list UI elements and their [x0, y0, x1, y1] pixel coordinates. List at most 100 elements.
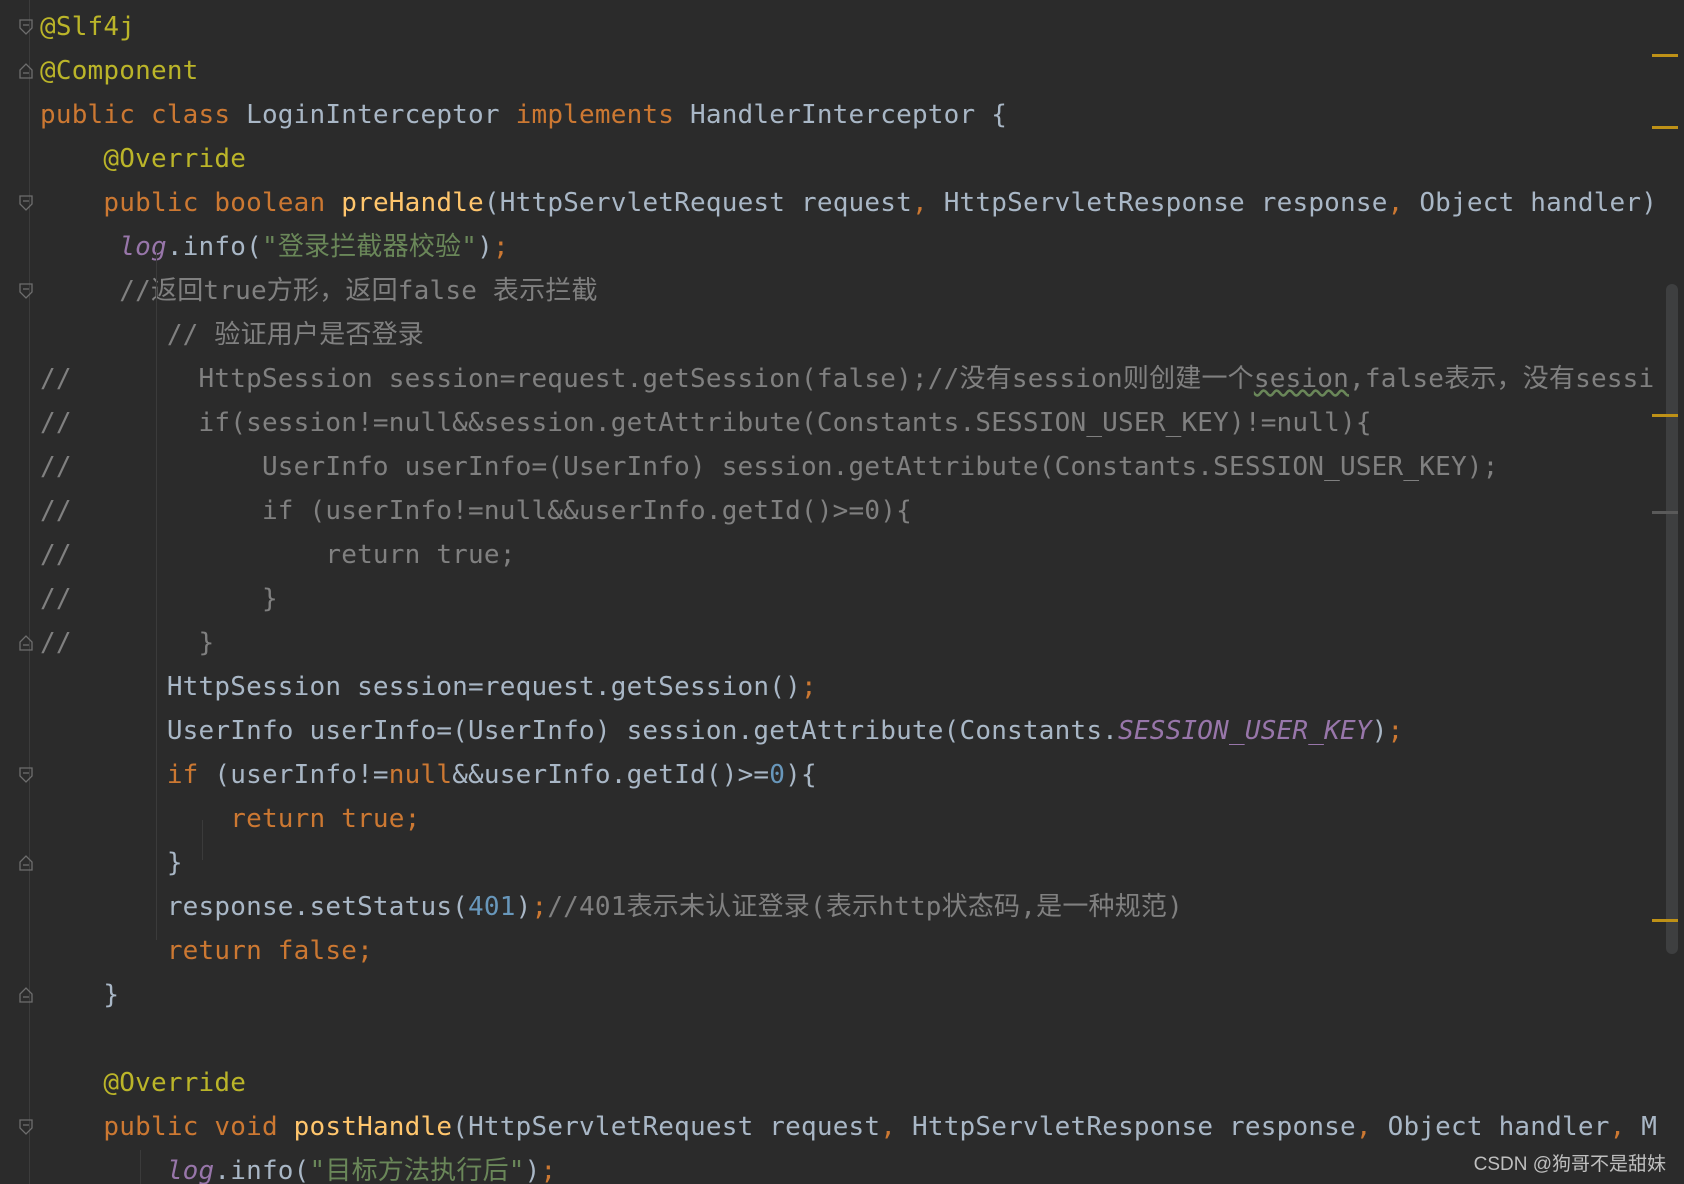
error-stripe-marker[interactable] — [1652, 54, 1678, 57]
code-line[interactable]: log.info("登录拦截器校验"); — [40, 225, 509, 269]
code-line[interactable]: @Slf4j — [40, 5, 135, 49]
code-line[interactable]: } — [40, 973, 119, 1017]
code-line[interactable]: // if (userInfo!=null&&userInfo.getId()>… — [40, 489, 912, 533]
code-token: .info( — [214, 1156, 310, 1184]
code-token: &&userInfo.getId()>= — [452, 760, 770, 790]
comment-token: // if (userInfo!=null&&userInfo.getId()>… — [40, 496, 912, 526]
code-token: (HttpServletRequest request — [483, 188, 912, 218]
number-token: 401 — [468, 892, 516, 922]
code-token: ) — [477, 232, 493, 262]
code-line[interactable]: return true; — [40, 797, 421, 841]
code-token: Object handler — [1387, 1112, 1610, 1142]
code-token: UserInfo userInfo=(UserInfo) session.get… — [40, 716, 1119, 746]
code-token: HttpServletResponse response — [911, 1112, 1356, 1142]
code-token: } — [40, 848, 183, 878]
code-editor[interactable]: @Slf4j @Component public class LoginInterc… — [0, 0, 1684, 1184]
code-token: ) — [524, 1156, 541, 1184]
comment-token: // 验证用户是否登录 — [166, 320, 424, 350]
error-stripe-marker[interactable] — [1652, 511, 1678, 514]
code-token: ModelAndView modelAndView) — [1641, 1112, 1656, 1142]
code-line[interactable]: log.info("目标方法执行后"); — [40, 1149, 556, 1184]
fold-collapse-icon[interactable] — [19, 987, 33, 1003]
code-token: ) — [1371, 716, 1388, 746]
annotation-token: @Override — [103, 144, 247, 174]
annotation-token: @Override — [103, 1068, 247, 1098]
fold-expand-icon[interactable] — [19, 1119, 33, 1135]
code-line[interactable]: // } — [40, 621, 214, 665]
code-line[interactable]: public void postHandle(HttpServletReques… — [40, 1105, 1656, 1149]
constant-token: log — [166, 1156, 215, 1184]
comment-token: // } — [40, 628, 215, 658]
keyword-token: public boolean — [103, 188, 342, 218]
code-line[interactable]: @Component — [40, 49, 199, 93]
code-token: HttpServletResponse response — [943, 188, 1388, 218]
fold-expand-icon[interactable] — [19, 767, 33, 783]
code-line[interactable]: public boolean preHandle(HttpServletRequ… — [40, 181, 1656, 225]
scrollbar-thumb[interactable] — [1666, 284, 1678, 954]
code-line[interactable]: //返回true方形，返回false 表示拦截 — [40, 269, 598, 313]
fold-collapse-icon[interactable] — [19, 855, 33, 871]
error-stripe-marker[interactable] — [1652, 919, 1678, 922]
code-token: } — [40, 980, 120, 1010]
comment-token: //返回true方形，返回false 表示拦截 — [119, 276, 598, 306]
code-line[interactable]: response.setStatus(401);//401表示未认证登录(表示h… — [40, 885, 1183, 929]
number-token: 0 — [769, 760, 786, 790]
code-line[interactable]: // return true; — [40, 533, 516, 577]
fold-expand-icon[interactable] — [19, 19, 33, 35]
keyword-token: , — [1609, 1112, 1642, 1142]
keyword-token: ; — [531, 892, 548, 922]
keyword-token: implements — [515, 100, 690, 130]
indent-guide — [202, 820, 203, 860]
indent-guide — [140, 1150, 141, 1184]
code-line[interactable]: // HttpSession session=request.getSessio… — [40, 357, 1656, 401]
method-name-token: preHandle — [341, 188, 484, 218]
constant-token: log — [119, 232, 167, 262]
code-area[interactable]: @Slf4j @Component public class LoginInterc… — [40, 0, 1656, 1184]
code-token: .info( — [166, 232, 262, 262]
editor-gutter — [0, 0, 40, 1184]
fold-expand-icon[interactable] — [19, 195, 33, 211]
code-line[interactable]: // } — [40, 577, 278, 621]
code-line[interactable]: // UserInfo userInfo=(UserInfo) session.… — [40, 445, 1499, 489]
watermark: CSDN @狗哥不是甜妹 — [1473, 1154, 1666, 1175]
code-line[interactable]: // if(session!=null&&session.getAttribut… — [40, 401, 1372, 445]
code-line[interactable]: public class LoginInterceptor implements… — [40, 93, 1007, 137]
code-token: HttpSession session=request.getSession() — [40, 672, 801, 702]
error-stripe-marker[interactable] — [1652, 414, 1678, 417]
code-token: response.setStatus( — [40, 892, 469, 922]
comment-token: ,false表示，没有session直接返回null — [1349, 364, 1656, 394]
keyword-token: ; — [800, 672, 817, 702]
code-line[interactable]: // 验证用户是否登录 — [40, 313, 424, 357]
fold-expand-icon[interactable] — [19, 283, 33, 299]
keyword-token: , — [911, 188, 944, 218]
comment-token: // return true; — [40, 540, 516, 570]
comment-token: // } — [40, 584, 278, 614]
keyword-token: ; — [492, 232, 509, 262]
code-line[interactable]: return false; — [40, 929, 373, 973]
comment-token: // HttpSession session=request.getSessio… — [40, 364, 1254, 394]
code-line[interactable]: @Override — [40, 1061, 246, 1105]
error-stripe-marker[interactable] — [1652, 126, 1678, 129]
code-line[interactable]: UserInfo userInfo=(UserInfo) session.get… — [40, 709, 1403, 753]
constant-token: SESSION_USER_KEY — [1118, 716, 1372, 746]
keyword-token: , — [1387, 188, 1420, 218]
code-token: LoginInterceptor — [246, 100, 516, 130]
comment-token: // if(session!=null&&session.getAttribut… — [40, 408, 1372, 438]
code-token: ){ — [785, 760, 817, 790]
comment-token: // UserInfo userInfo=(UserInfo) session.… — [40, 452, 1499, 482]
code-line[interactable]: @Override — [40, 137, 246, 181]
vertical-scrollbar[interactable] — [1652, 0, 1684, 1184]
keyword-token: ; — [540, 1156, 557, 1184]
code-line[interactable]: } — [40, 841, 183, 885]
fold-collapse-icon[interactable] — [19, 635, 33, 651]
indent-guide — [156, 250, 157, 940]
typo-token: sesion — [1253, 364, 1349, 394]
fold-collapse-icon[interactable] — [19, 63, 33, 79]
